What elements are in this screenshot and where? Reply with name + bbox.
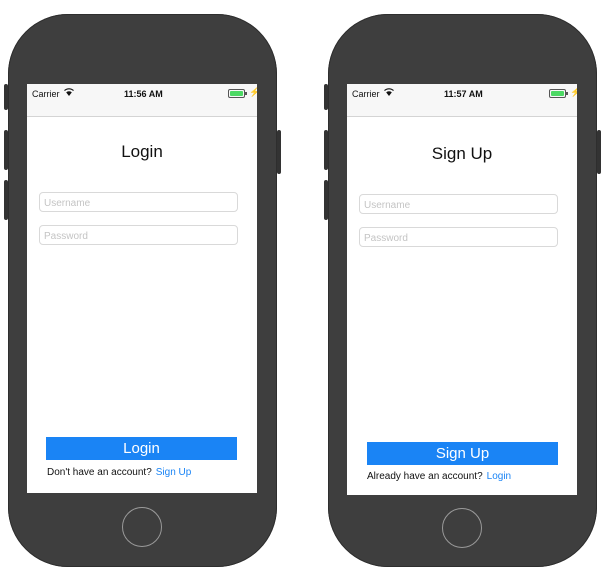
page-title: Sign Up	[431, 144, 493, 163]
carrier-label: Carrier	[32, 89, 60, 99]
screen: Carrier 11:56 AM ⚡ Login Login Don't hav…	[27, 84, 257, 493]
volume-button	[4, 180, 8, 220]
username-input[interactable]	[360, 196, 557, 215]
login-button[interactable]: Login	[46, 437, 237, 460]
status-time: 11:56 AM	[124, 89, 163, 99]
login-prompt: Already have an account? Login	[367, 471, 511, 482]
password-input[interactable]	[360, 229, 557, 248]
signup-button[interactable]: Sign Up	[367, 442, 558, 465]
power-button	[277, 130, 281, 174]
signup-link[interactable]: Sign Up	[156, 467, 192, 478]
login-link[interactable]: Login	[487, 471, 511, 482]
login-prompt-text: Already have an account?	[367, 471, 483, 482]
volume-button	[4, 130, 8, 170]
username-field[interactable]	[39, 192, 238, 213]
charging-icon: ⚡	[570, 87, 577, 97]
screen: Carrier 11:57 AM ⚡ Sign Up Sign Up Alrea…	[347, 84, 577, 495]
carrier-label: Carrier	[352, 89, 380, 99]
home-button[interactable]	[442, 508, 482, 548]
wifi-icon	[64, 88, 74, 98]
phone-signup: Carrier 11:57 AM ⚡ Sign Up Sign Up Alrea…	[324, 14, 601, 567]
wifi-icon	[384, 88, 394, 98]
status-time: 11:57 AM	[444, 89, 483, 99]
signup-prompt-text: Don't have an account?	[47, 467, 152, 478]
volume-button	[324, 180, 328, 220]
page-title: Login	[121, 142, 163, 161]
volume-button	[324, 130, 328, 170]
password-field[interactable]	[39, 225, 238, 246]
username-input[interactable]	[40, 194, 237, 213]
charging-icon: ⚡	[249, 87, 257, 97]
phone-login: Carrier 11:56 AM ⚡ Login Login Don't hav…	[4, 14, 281, 567]
battery-icon	[228, 89, 247, 98]
power-button	[597, 130, 601, 174]
volume-button	[4, 84, 8, 110]
volume-button	[324, 84, 328, 110]
username-field[interactable]	[359, 194, 558, 215]
signup-prompt: Don't have an account? Sign Up	[47, 467, 191, 478]
status-bar: Carrier 11:57 AM ⚡	[347, 84, 577, 117]
password-input[interactable]	[40, 227, 237, 246]
status-bar: Carrier 11:56 AM ⚡	[27, 84, 257, 117]
password-field[interactable]	[359, 227, 558, 248]
battery-icon	[549, 89, 568, 98]
home-button[interactable]	[122, 507, 162, 547]
